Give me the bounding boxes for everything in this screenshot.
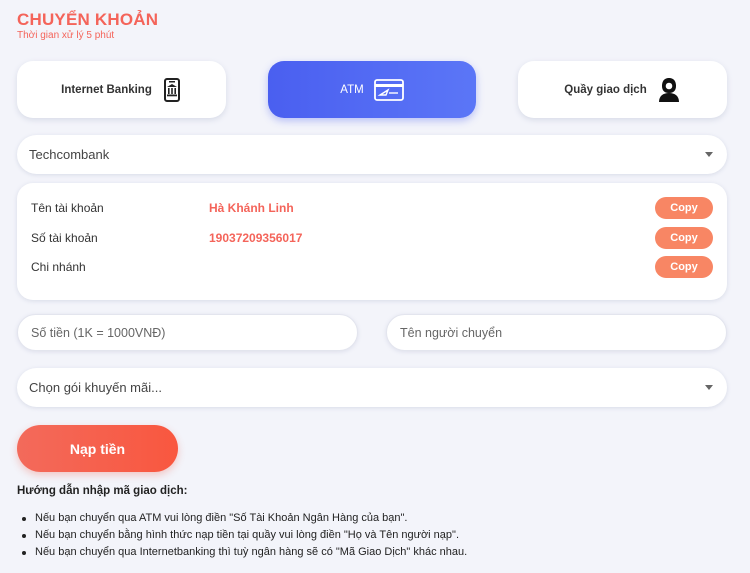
sender-name-input[interactable]: Tên người chuyển [386, 314, 727, 351]
chevron-down-icon [705, 385, 713, 390]
list-item: Nếu bạn chuyển qua Internetbanking thì t… [17, 544, 467, 561]
method-internet-banking-button[interactable]: Internet Banking [17, 61, 226, 118]
account-number-value: 19037209356017 [209, 231, 303, 245]
account-name-row: Tên tài khoản Hà Khánh Linh Copy [31, 197, 713, 219]
method-label: Internet Banking [61, 83, 152, 96]
copy-account-name-button[interactable]: Copy [655, 197, 713, 219]
bullet-icon [22, 533, 26, 538]
guide-item-text: Nếu bạn chuyển qua ATM vui lòng điền "Số… [35, 512, 408, 524]
account-number-label: Số tài khoản [31, 231, 98, 245]
account-number-row: Số tài khoản 19037209356017 Copy [31, 227, 713, 249]
amount-input[interactable]: Số tiền (1K = 1000VNĐ) [17, 314, 358, 351]
method-teller-button[interactable]: Quầy giao dịch [518, 61, 727, 118]
copy-branch-button[interactable]: Copy [655, 256, 713, 278]
page-title: CHUYỂN KHOẢN [17, 10, 159, 29]
promotion-select[interactable]: Chọn gói khuyến mãi... [17, 368, 727, 407]
list-item: Nếu bạn chuyển bằng hình thức nạp tiền t… [17, 527, 467, 544]
bullet-icon [22, 550, 26, 555]
bank-select[interactable]: Techcombank [17, 135, 727, 174]
account-name-label: Tên tài khoản [31, 201, 104, 215]
branch-label: Chi nhánh [31, 260, 86, 274]
promotion-select-value: Chọn gói khuyến mãi... [29, 380, 162, 395]
guide-title: Hướng dẫn nhập mã giao dịch: [17, 485, 188, 497]
deposit-submit-button[interactable]: Nạp tiền [17, 425, 178, 472]
branch-row: Chi nhánh Copy [31, 256, 713, 278]
chevron-down-icon [705, 152, 713, 157]
guide-list: Nếu bạn chuyển qua ATM vui lòng điền "Số… [17, 510, 467, 561]
teller-icon [657, 77, 681, 103]
account-info-card: Tên tài khoản Hà Khánh Linh Copy Số tài … [17, 183, 727, 300]
bank-select-value: Techcombank [29, 147, 110, 162]
atm-card-icon [373, 78, 404, 102]
list-item: Nếu bạn chuyển qua ATM vui lòng điền "Số… [17, 510, 467, 527]
guide-item-text: Nếu bạn chuyển bằng hình thức nạp tiền t… [35, 529, 459, 541]
bullet-icon [22, 516, 26, 521]
method-label: ATM [340, 83, 364, 96]
account-name-value: Hà Khánh Linh [209, 201, 294, 215]
processing-time: Thời gian xử lý 5 phút [17, 30, 115, 41]
guide-item-text: Nếu bạn chuyển qua Internetbanking thì t… [35, 546, 468, 558]
bank-phone-icon [162, 77, 182, 102]
method-label: Quầy giao dịch [564, 83, 647, 96]
method-atm-button[interactable]: ATM [268, 61, 476, 118]
copy-account-number-button[interactable]: Copy [655, 227, 713, 249]
